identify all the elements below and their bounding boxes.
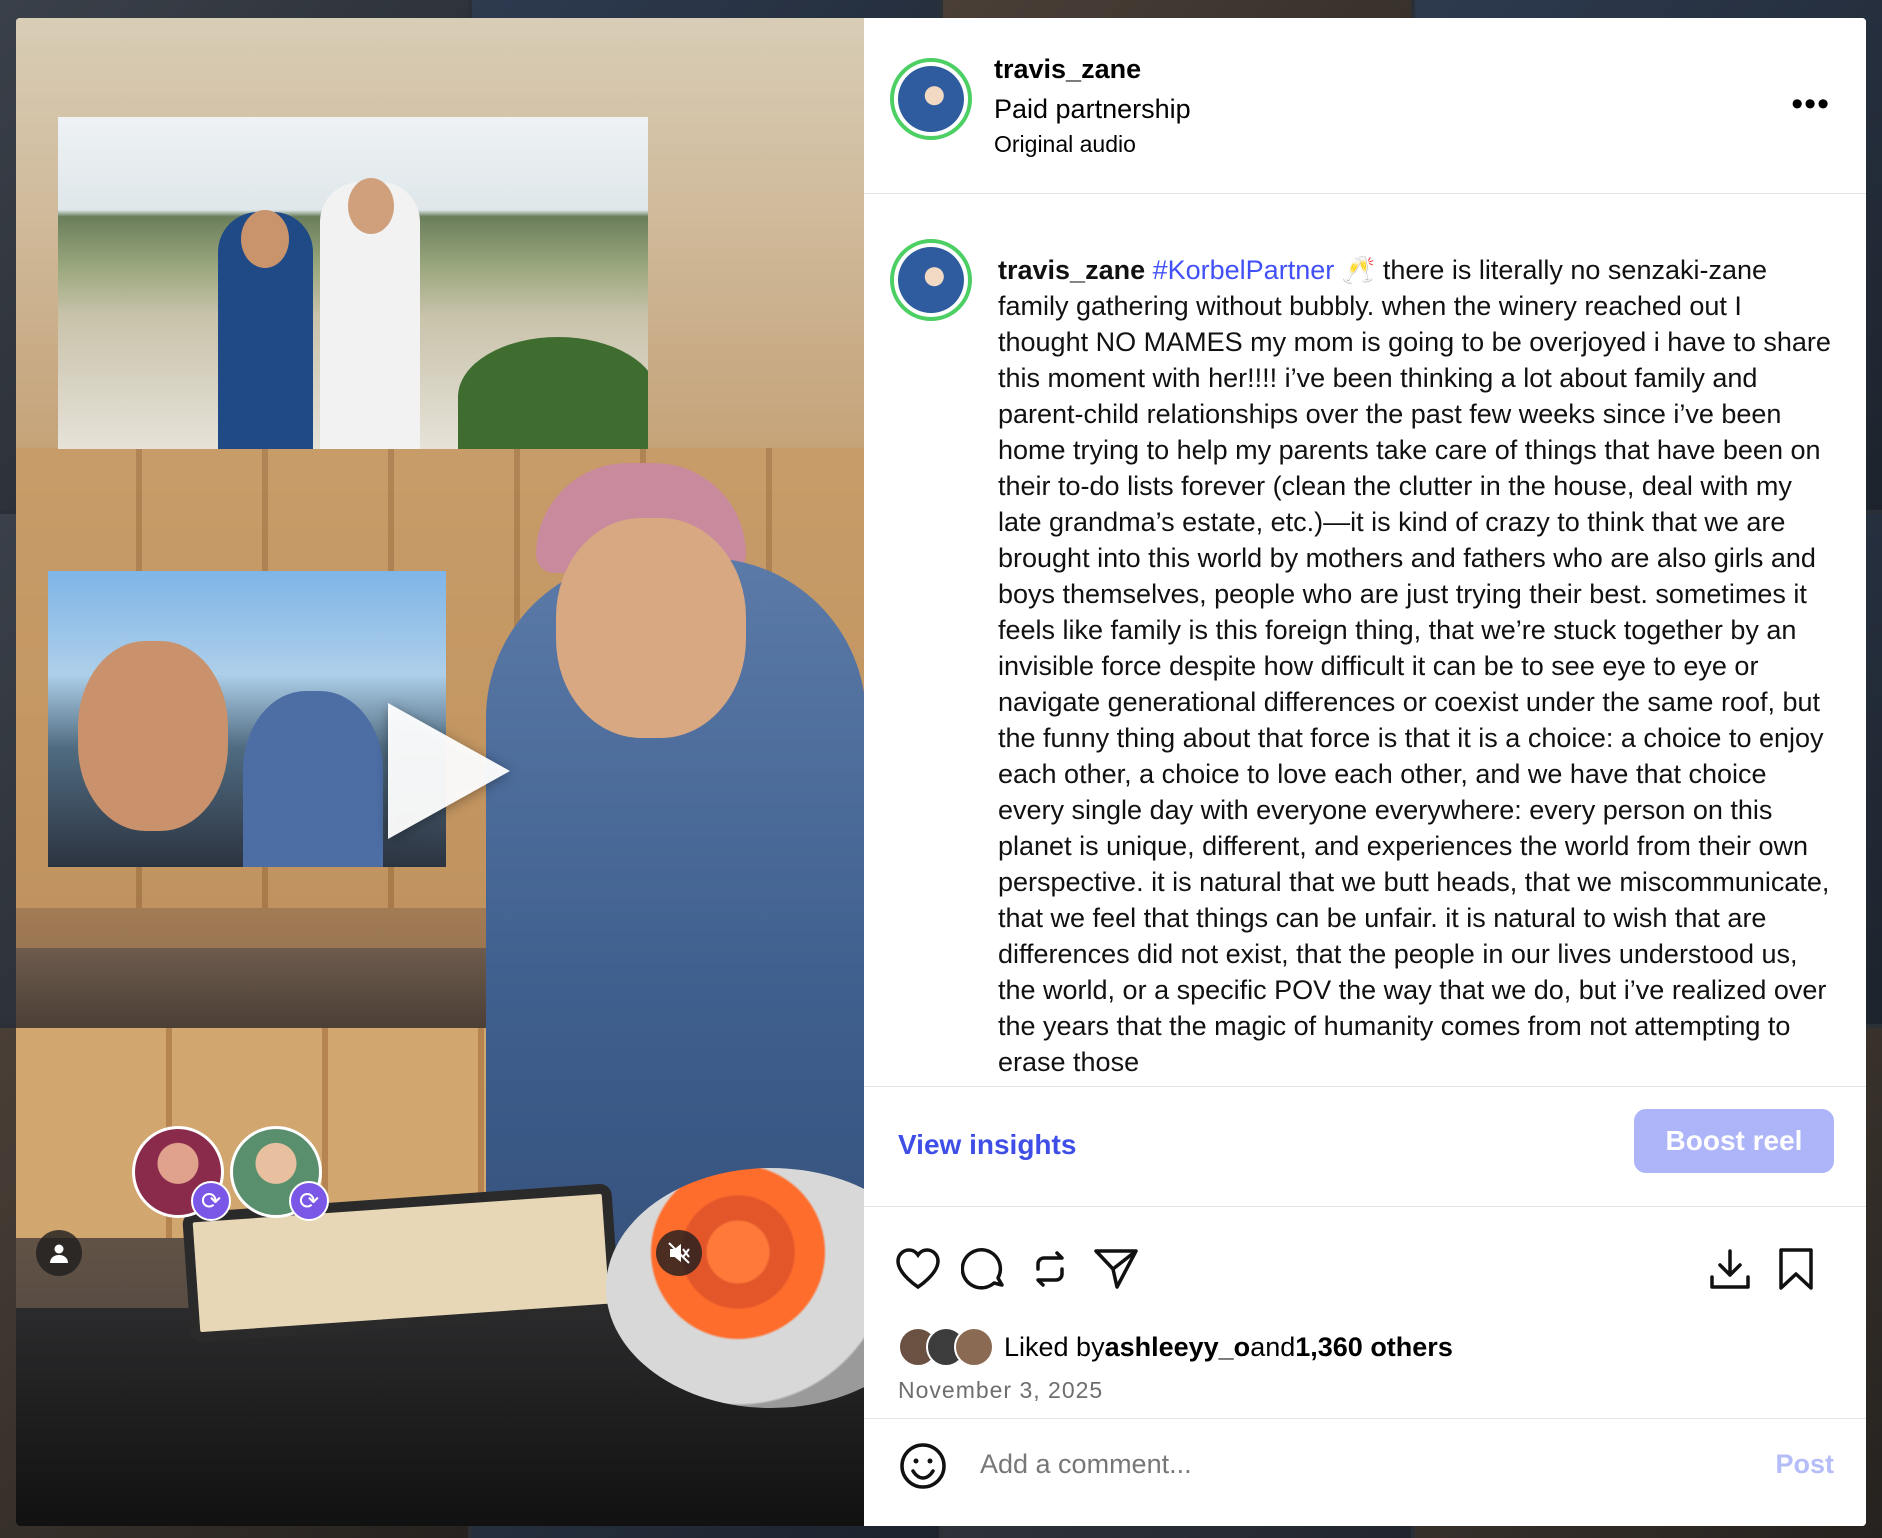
hashtag-link[interactable]: #KorbelPartner: [1153, 255, 1335, 285]
post-date: November 3, 2025: [898, 1377, 1104, 1403]
paid-partnership-label[interactable]: Paid partnership: [994, 94, 1191, 125]
post-modal: ⟳ ⟳ travis_zane Paid partnership Origina…: [16, 18, 1866, 1526]
username[interactable]: travis_zane: [994, 54, 1141, 85]
repost-icon[interactable]: [1024, 1243, 1076, 1295]
play-icon[interactable]: [388, 703, 510, 839]
mute-icon[interactable]: [656, 1230, 702, 1276]
comment-input[interactable]: [980, 1449, 1680, 1480]
heart-icon[interactable]: [892, 1243, 944, 1295]
post-comment-button[interactable]: Post: [1775, 1449, 1834, 1480]
caption-section: travis_zane #KorbelPartner 🥂 there is li…: [864, 194, 1866, 1087]
view-insights-link[interactable]: View insights: [898, 1129, 1076, 1161]
boost-reel-button[interactable]: Boost reel: [1634, 1109, 1834, 1173]
bookmark-icon[interactable]: [1770, 1243, 1822, 1295]
comment-bar: Post: [864, 1419, 1866, 1526]
emoji-icon[interactable]: [898, 1441, 948, 1491]
avatar[interactable]: [890, 58, 972, 140]
post-header: travis_zane Paid partnership Original au…: [864, 18, 1866, 194]
actions-section: Liked by ashleeyy_o and 1,360 others Nov…: [864, 1207, 1866, 1419]
reel-video[interactable]: ⟳ ⟳: [16, 18, 864, 1526]
audio-label[interactable]: Original audio: [994, 131, 1136, 158]
liked-by-user[interactable]: ashleeyy_o: [1105, 1332, 1251, 1363]
caption-avatar[interactable]: [890, 239, 972, 321]
download-icon[interactable]: [1704, 1243, 1756, 1295]
caption-text: travis_zane #KorbelPartner 🥂 there is li…: [998, 252, 1838, 1080]
caption-body: 🥂 there is literally no senzaki-zane fam…: [998, 255, 1831, 1077]
caption-username[interactable]: travis_zane: [998, 255, 1145, 285]
inset-photo-lake: [58, 117, 648, 449]
repost-badge-icon: ⟳: [191, 1181, 231, 1221]
liked-by-label: Liked by: [1004, 1331, 1105, 1362]
share-icon[interactable]: [1090, 1243, 1142, 1295]
insights-bar: View insights Boost reel: [864, 1087, 1866, 1207]
liked-count[interactable]: 1,360 others: [1295, 1332, 1453, 1363]
collaborator-avatar[interactable]: ⟳: [230, 1126, 329, 1221]
liked-and-label: and: [1250, 1331, 1296, 1362]
inset-photo-car: [48, 571, 446, 867]
liker-avatar: [954, 1327, 994, 1367]
post-details-panel: travis_zane Paid partnership Original au…: [864, 18, 1866, 1526]
collaborator-avatar[interactable]: ⟳: [132, 1126, 231, 1221]
more-horizontal-icon[interactable]: •••: [1791, 87, 1830, 121]
repost-badge-icon: ⟳: [289, 1181, 329, 1221]
likes-summary[interactable]: Liked by ashleeyy_o and 1,360 others: [898, 1327, 1453, 1367]
comment-icon[interactable]: [958, 1243, 1010, 1295]
user-tags-icon[interactable]: [36, 1230, 82, 1276]
